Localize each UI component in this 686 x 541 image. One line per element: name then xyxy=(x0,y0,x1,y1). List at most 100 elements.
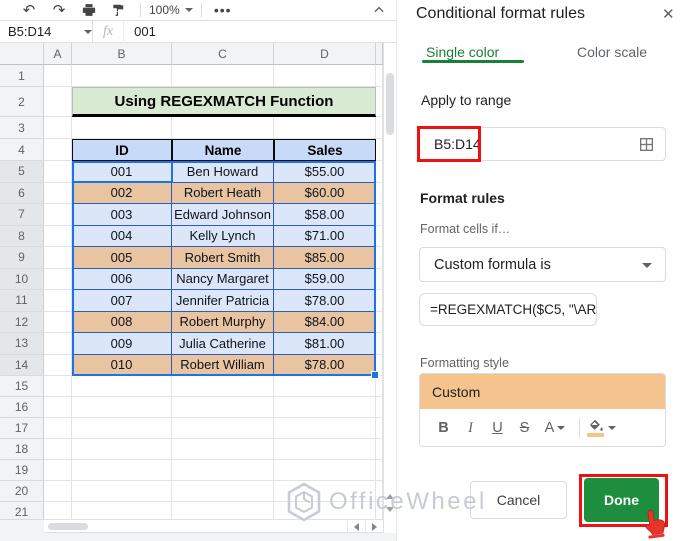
column-header-B[interactable]: B xyxy=(72,43,172,65)
cell-C19[interactable] xyxy=(172,460,274,481)
cell-A5[interactable] xyxy=(44,161,72,183)
horizontal-scrollbar[interactable] xyxy=(44,519,383,533)
row-header-12[interactable]: 12 xyxy=(0,312,44,334)
cell-C5[interactable]: Ben Howard xyxy=(172,161,274,183)
row-header-16[interactable]: 16 xyxy=(0,397,44,418)
tab-color-scale[interactable]: Color scale xyxy=(577,44,647,60)
cell-B12[interactable]: 008 xyxy=(72,312,172,334)
cell-D19[interactable] xyxy=(274,460,376,481)
row-header-13[interactable]: 13 xyxy=(0,333,44,355)
cell-C14[interactable]: Robert William xyxy=(172,355,274,377)
strikethrough-button[interactable]: S xyxy=(511,420,538,436)
row-header-2[interactable]: 2 xyxy=(0,87,44,117)
cell-A21[interactable] xyxy=(44,502,72,519)
cell-D14[interactable]: $78.00 xyxy=(274,355,376,377)
cell-E8[interactable] xyxy=(376,226,383,248)
cell-E18[interactable] xyxy=(376,439,383,460)
cell-B3[interactable] xyxy=(72,117,172,139)
cell-C15[interactable] xyxy=(172,376,274,397)
corner-box[interactable] xyxy=(0,43,44,65)
cancel-button[interactable]: Cancel xyxy=(470,481,567,519)
formula-input[interactable]: 001 xyxy=(124,24,156,39)
scroll-up-icon[interactable] xyxy=(386,494,394,499)
cell-C20[interactable] xyxy=(172,481,274,502)
cell-B1[interactable] xyxy=(72,65,172,87)
cell-E4[interactable] xyxy=(376,139,383,161)
cell-A2[interactable] xyxy=(44,87,72,117)
cell-B17[interactable] xyxy=(72,418,172,439)
cell-E19[interactable] xyxy=(376,460,383,481)
cell-B8[interactable]: 004 xyxy=(72,226,172,248)
cell-B5[interactable]: 001 xyxy=(72,161,172,183)
cell-E11[interactable] xyxy=(376,290,383,312)
row-header-3[interactable]: 3 xyxy=(0,117,44,139)
column-header-D[interactable]: D xyxy=(274,43,376,65)
cell-D4[interactable]: Sales xyxy=(274,139,376,161)
row-header-7[interactable]: 7 xyxy=(0,204,44,226)
text-color-button[interactable]: A xyxy=(538,420,572,436)
cell-C7[interactable]: Edward Johnson xyxy=(172,204,274,226)
redo-icon[interactable]: ↷ xyxy=(44,0,74,20)
cell-C16[interactable] xyxy=(172,397,274,418)
cell-A16[interactable] xyxy=(44,397,72,418)
row-header-6[interactable]: 6 xyxy=(0,183,44,205)
scroll-down-icon[interactable] xyxy=(386,507,394,512)
cell-E9[interactable] xyxy=(376,247,383,269)
row-header-11[interactable]: 11 xyxy=(0,290,44,312)
paint-format-icon[interactable] xyxy=(104,0,132,20)
cell-E10[interactable] xyxy=(376,269,383,291)
cell-D8[interactable]: $71.00 xyxy=(274,226,376,248)
cell-D6[interactable]: $60.00 xyxy=(274,183,376,205)
cell-B7[interactable]: 003 xyxy=(72,204,172,226)
cell-B18[interactable] xyxy=(72,439,172,460)
custom-formula-input[interactable]: =REGEXMATCH($C5, "\AR xyxy=(419,293,597,326)
cell-A20[interactable] xyxy=(44,481,72,502)
scroll-left-icon[interactable] xyxy=(347,520,365,533)
cell-A11[interactable] xyxy=(44,290,72,312)
select-data-range-icon[interactable] xyxy=(639,137,654,157)
cell-B13[interactable]: 009 xyxy=(72,333,172,355)
cell-D9[interactable]: $85.00 xyxy=(274,247,376,269)
cell-D21[interactable] xyxy=(274,502,376,519)
cell-A17[interactable] xyxy=(44,418,72,439)
cell-A14[interactable] xyxy=(44,355,72,377)
cell-C8[interactable]: Kelly Lynch xyxy=(172,226,274,248)
cell-A9[interactable] xyxy=(44,247,72,269)
cell-C1[interactable] xyxy=(172,65,274,87)
cell-D12[interactable]: $84.00 xyxy=(274,312,376,334)
cell-A3[interactable] xyxy=(44,117,72,139)
cell-C9[interactable]: Robert Smith xyxy=(172,247,274,269)
cell-B19[interactable] xyxy=(72,460,172,481)
cell-E12[interactable] xyxy=(376,312,383,334)
cell-E16[interactable] xyxy=(376,397,383,418)
column-header-A[interactable]: A xyxy=(44,43,72,65)
title-banner[interactable]: Using REGEXMATCH Function xyxy=(72,87,376,117)
cell-D15[interactable] xyxy=(274,376,376,397)
cell-B6[interactable]: 002 xyxy=(72,183,172,205)
column-header-C[interactable]: C xyxy=(172,43,274,65)
cell-D7[interactable]: $58.00 xyxy=(274,204,376,226)
cell-B9[interactable]: 005 xyxy=(72,247,172,269)
condition-dropdown[interactable]: Custom formula is xyxy=(419,247,666,282)
cell-B11[interactable]: 007 xyxy=(72,290,172,312)
cell-A19[interactable] xyxy=(44,460,72,481)
cell-A6[interactable] xyxy=(44,183,72,205)
cell-B14[interactable]: 010 xyxy=(72,355,172,377)
cell-E2[interactable] xyxy=(376,87,383,117)
cell-E14[interactable] xyxy=(376,355,383,377)
print-icon[interactable] xyxy=(74,0,104,20)
cell-E6[interactable] xyxy=(376,183,383,205)
vertical-scrollbar-thumb[interactable] xyxy=(386,73,394,135)
cell-D10[interactable]: $59.00 xyxy=(274,269,376,291)
cell-E13[interactable] xyxy=(376,333,383,355)
horizontal-scrollbar-thumb[interactable] xyxy=(48,523,88,530)
cell-A1[interactable] xyxy=(44,65,72,87)
cell-A18[interactable] xyxy=(44,439,72,460)
done-button[interactable]: Done xyxy=(584,478,659,522)
cell-E20[interactable] xyxy=(376,481,383,502)
cell-C18[interactable] xyxy=(172,439,274,460)
undo-icon[interactable]: ↶ xyxy=(14,0,44,20)
italic-button[interactable]: I xyxy=(457,420,484,437)
cell-D5[interactable]: $55.00 xyxy=(274,161,376,183)
fill-color-button[interactable] xyxy=(587,419,616,437)
